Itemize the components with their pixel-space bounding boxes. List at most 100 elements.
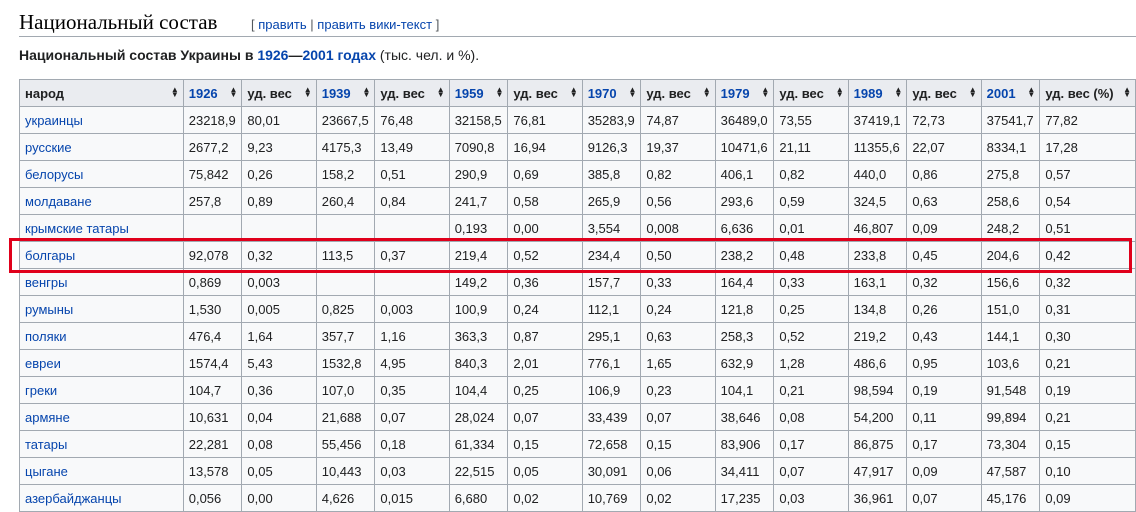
nationality-link[interactable]: татары [19,430,184,458]
header-label[interactable]: 1959 [455,86,484,101]
share-cell: 0,15 [640,430,716,458]
table-row: крымские татары 0,193 0,00 3,554 0,008 6,636 0… [19,214,1136,242]
population-cell: 35283,9 [581,106,642,134]
header-row: народ ▲ ▼ 1926 ▲ ▼ уд. вес ▲ ▼ 1939 ▲ ▼ уд. вес ▲ ▼ 195… [19,79,1136,107]
population-cell: 34,411 [714,457,775,485]
header-label: уд. вес [912,85,957,101]
nationality-link[interactable]: венгры [19,268,184,296]
nationality-link[interactable]: украинцы [19,106,184,134]
sort-arrows-icon[interactable]: ▲ ▼ [495,86,503,99]
sort-arrows-icon[interactable]: ▲ ▼ [628,86,636,99]
nationality-link[interactable]: поляки [19,322,184,350]
share-cell: 0,32 [906,268,982,296]
nationality-link[interactable]: евреи [19,349,184,377]
header-label[interactable]: 2001 [987,86,1016,101]
sort-arrows-icon[interactable]: ▲ ▼ [304,86,312,99]
population-cell: 28,024 [448,403,509,431]
population-cell: 776,1 [581,349,642,377]
share-cell: 0,59 [773,187,849,215]
share-cell: 0,19 [1039,376,1136,404]
population-cell: 151,0 [980,295,1041,323]
header-nation[interactable]: народ ▲ ▼ [19,79,184,107]
sort-arrows-icon[interactable]: ▲ ▼ [1123,86,1131,99]
nationality-link[interactable]: армяне [19,403,184,431]
population-cell: 36,961 [847,484,908,512]
share-cell: 9,23 [241,133,317,161]
share-cell: 0,87 [507,322,583,350]
header-year[interactable]: 1979 ▲ ▼ [714,79,775,107]
header-label[interactable]: 1939 [322,86,351,101]
header-year[interactable]: 1926 ▲ ▼ [182,79,243,107]
population-cell: 45,176 [980,484,1041,512]
population-cell: 0,825 [315,295,376,323]
sort-arrows-icon[interactable]: ▲ ▼ [703,86,711,99]
header-year[interactable]: 1959 ▲ ▼ [448,79,509,107]
sort-arrows-icon[interactable]: ▲ ▼ [437,86,445,99]
caption-link-1926[interactable]: 1926 [257,47,288,63]
header-year[interactable]: 1989 ▲ ▼ [847,79,908,107]
header-share[interactable]: уд. вес ▲ ▼ [640,79,716,107]
nationality-table: народ ▲ ▼ 1926 ▲ ▼ уд. вес ▲ ▼ 1939 ▲ ▼ уд. вес ▲ ▼ 195… [19,79,1136,512]
share-cell: 73,55 [773,106,849,134]
header-label[interactable]: 1979 [721,86,750,101]
nationality-link[interactable]: белорусы [19,160,184,188]
sort-arrows-icon[interactable]: ▲ ▼ [229,86,237,99]
caption-suffix: (тыс. чел. и %). [376,47,480,63]
header-year[interactable]: 1970 ▲ ▼ [581,79,642,107]
nationality-link[interactable]: азербайджанцы [19,484,184,512]
caption-link-2001[interactable]: 2001 годах [302,47,376,63]
header-year[interactable]: 2001 ▲ ▼ [980,79,1041,107]
header-label: уд. вес [247,85,292,101]
header-label: уд. вес (%) [1045,85,1114,101]
share-cell: 0,15 [507,430,583,458]
population-cell: 134,8 [847,295,908,323]
share-cell: 0,04 [241,403,317,431]
header-share[interactable]: уд. вес ▲ ▼ [374,79,450,107]
sort-arrows-icon[interactable]: ▲ ▼ [894,86,902,99]
header-share[interactable]: уд. вес ▲ ▼ [507,79,583,107]
nationality-link[interactable]: цыгане [19,457,184,485]
sort-arrows-icon[interactable]: ▲ ▼ [969,86,977,99]
share-cell: 0,003 [374,295,450,323]
nationality-link[interactable]: греки [19,376,184,404]
header-share[interactable]: уд. вес ▲ ▼ [906,79,982,107]
header-label[interactable]: 1926 [189,86,218,101]
nationality-link[interactable]: румыны [19,295,184,323]
sort-arrows-icon[interactable]: ▲ ▼ [1027,86,1035,99]
share-cell: 0,82 [773,160,849,188]
share-cell: 80,01 [241,106,317,134]
edit-wikitext-link[interactable]: править вики-текст [317,17,432,32]
population-cell: 258,3 [714,322,775,350]
nationality-link[interactable]: русские [19,133,184,161]
sort-arrows-icon[interactable]: ▲ ▼ [836,86,844,99]
share-cell: 0,84 [374,187,450,215]
nationality-link[interactable]: болгары [19,241,184,269]
share-cell: 0,15 [1039,430,1136,458]
share-cell: 0,07 [374,403,450,431]
sort-arrows-icon[interactable]: ▲ ▼ [761,86,769,99]
header-label[interactable]: 1989 [854,86,883,101]
population-cell: 293,6 [714,187,775,215]
population-cell: 260,4 [315,187,376,215]
header-share[interactable]: уд. вес ▲ ▼ [773,79,849,107]
edit-link[interactable]: править [258,17,306,32]
header-share[interactable]: уд. вес (%) ▲ ▼ [1039,79,1136,107]
share-cell: 0,003 [241,268,317,296]
sort-arrows-icon[interactable]: ▲ ▼ [171,86,179,99]
section-title: Национальный состав [19,10,218,34]
population-cell: 144,1 [980,322,1041,350]
caption-dash: — [288,47,303,63]
population-cell: 103,6 [980,349,1041,377]
sort-arrows-icon[interactable]: ▲ ▼ [570,86,578,99]
share-cell: 0,03 [374,457,450,485]
share-cell [374,214,450,242]
header-share[interactable]: уд. вес ▲ ▼ [241,79,317,107]
sort-arrows-icon[interactable]: ▲ ▼ [362,86,370,99]
share-cell: 4,95 [374,349,450,377]
header-label[interactable]: 1970 [588,86,617,101]
nationality-link[interactable]: молдаване [19,187,184,215]
population-cell: 106,9 [581,376,642,404]
population-cell: 113,5 [315,241,376,269]
nationality-link[interactable]: крымские татары [19,214,184,242]
header-year[interactable]: 1939 ▲ ▼ [315,79,376,107]
